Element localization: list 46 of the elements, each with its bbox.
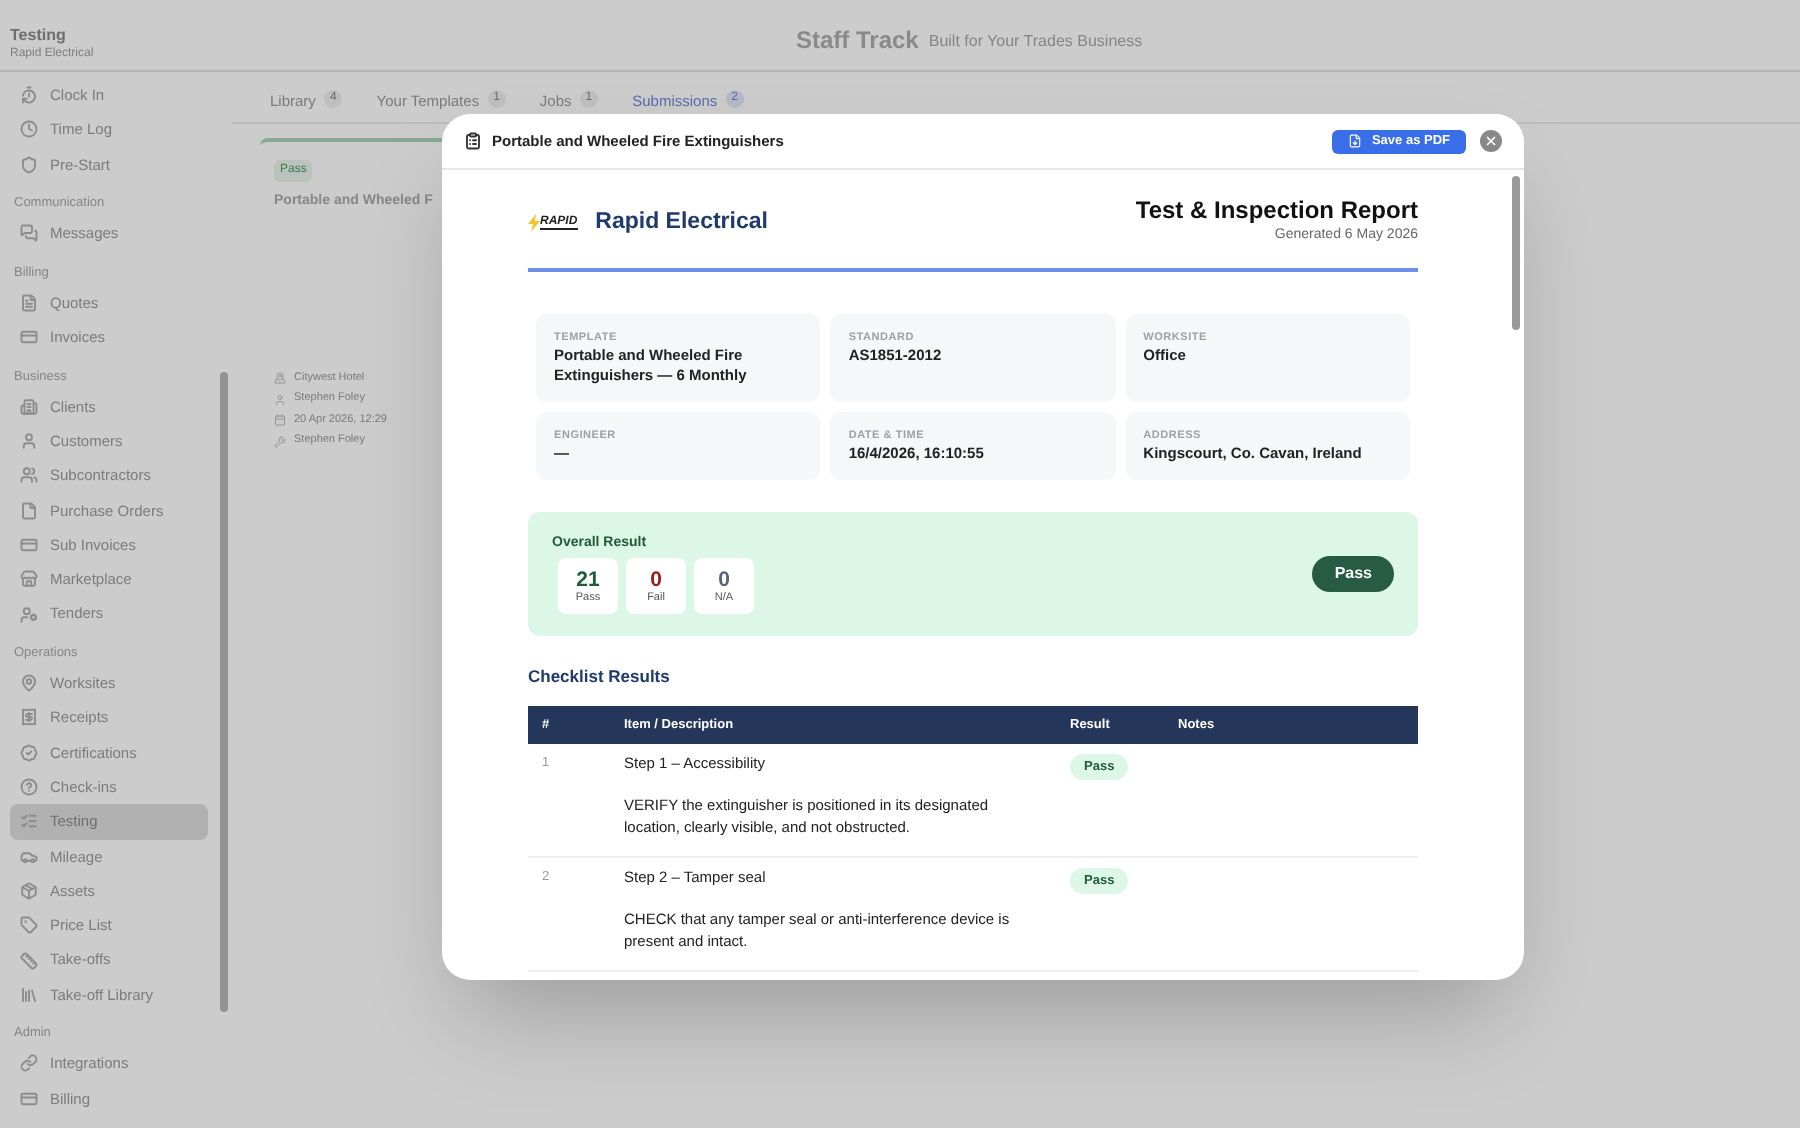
person-icon <box>274 393 286 405</box>
receipt-icon <box>20 708 38 727</box>
card-icon <box>20 328 38 347</box>
person-icon <box>20 432 38 451</box>
result-pill: Pass <box>1312 556 1394 592</box>
help-icon <box>20 778 38 797</box>
clipboard-icon <box>464 132 482 150</box>
document-icon <box>20 501 38 520</box>
app-brand: Staff Track <box>796 26 919 54</box>
clock-icon <box>20 120 38 139</box>
books-icon <box>20 985 38 1004</box>
ruler-icon <box>20 951 38 970</box>
card-icon <box>20 1089 38 1108</box>
company-name: Rapid Electrical <box>595 208 768 238</box>
car-icon <box>20 847 38 866</box>
store-icon <box>20 570 38 589</box>
scrollbar[interactable] <box>220 372 228 1012</box>
card-icon <box>20 536 38 554</box>
tools-icon <box>274 435 286 447</box>
app-tagline: Built for Your Trades Business <box>928 30 1143 54</box>
package-icon <box>20 881 38 900</box>
badge-check-icon <box>20 743 38 762</box>
stat-value: 21 <box>576 567 600 591</box>
link-icon <box>20 1054 38 1073</box>
stat-value: 0 <box>718 567 730 591</box>
stat-value: 0 <box>650 567 662 591</box>
building-icon <box>20 397 38 416</box>
close-button[interactable] <box>1480 130 1502 152</box>
chat-icon <box>20 224 38 243</box>
tag-icon <box>20 916 38 935</box>
lightning-icon <box>528 214 540 233</box>
download-icon <box>1347 134 1362 148</box>
workspace-title: Testing <box>10 26 68 46</box>
people-icon <box>20 466 38 485</box>
scrollbar[interactable] <box>1512 176 1520 330</box>
checklist-icon <box>20 812 38 831</box>
shield-icon <box>20 155 38 174</box>
timer-icon <box>20 86 38 105</box>
close-icon <box>1484 134 1498 148</box>
pin-icon <box>20 674 38 693</box>
document-icon <box>20 293 38 312</box>
report-heading: Test & Inspection Report <box>1135 196 1418 226</box>
calendar-icon <box>274 414 286 426</box>
section-heading: Checklist Results <box>528 664 670 690</box>
person-icon <box>20 605 38 624</box>
pin-icon <box>274 372 286 384</box>
